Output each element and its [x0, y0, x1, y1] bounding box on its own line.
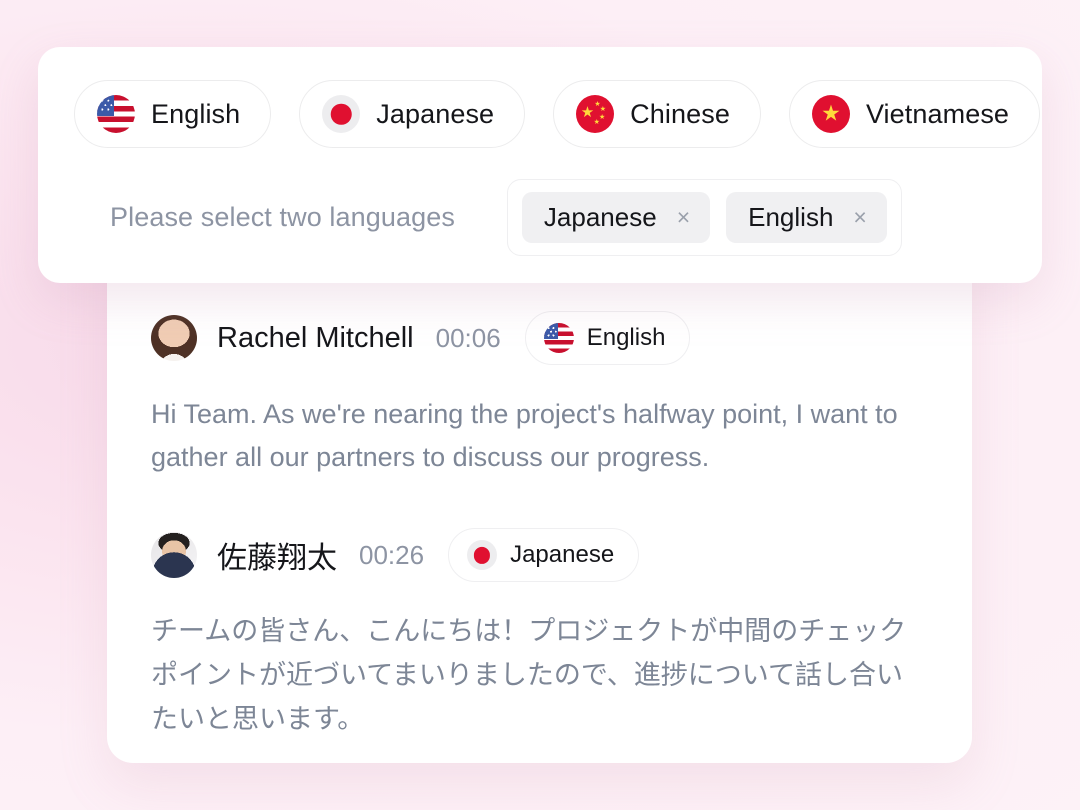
us-flag-icon	[97, 95, 135, 133]
message-timestamp: 00:06	[435, 322, 501, 353]
language-chip-row: English Japanese ★ ★ ★ ★ ★ Chinese Vietn…	[74, 80, 1041, 148]
message-language-badge-japanese[interactable]: Japanese	[448, 528, 640, 583]
language-chip-label: English	[151, 98, 241, 129]
close-icon[interactable]: ×	[677, 206, 690, 229]
language-chip-label: Japanese	[376, 98, 495, 129]
transcript-message: 佐藤翔太 00:26 Japanese チームの皆さん、こんにちは！プロジェクト…	[151, 478, 928, 741]
message-text: チームの皆さん、こんにちは！プロジェクトが中間のチェックポイントが近づいてまいり…	[151, 616, 907, 734]
close-icon[interactable]: ×	[853, 206, 866, 229]
tag-label: English	[748, 202, 834, 232]
badge-label: English	[586, 324, 666, 351]
tag-label: Japanese	[543, 202, 657, 232]
language-select-row: Please select two languages Japanese × E…	[74, 179, 1006, 256]
language-chip-chinese[interactable]: ★ ★ ★ ★ ★ Chinese	[553, 80, 761, 148]
badge-label: Japanese	[510, 541, 615, 569]
language-chip-english[interactable]: English	[74, 80, 272, 148]
japan-flag-icon	[322, 95, 361, 133]
select-languages-placeholder: Please select two languages	[110, 202, 455, 232]
avatar	[151, 532, 197, 579]
japan-flag-icon	[467, 540, 498, 571]
avatar	[151, 315, 197, 361]
speaker-name: 佐藤翔太	[217, 542, 337, 576]
message-language-badge-english[interactable]: English	[524, 311, 691, 365]
selected-language-tag-japanese[interactable]: Japanese ×	[521, 192, 711, 243]
language-chip-vietnamese[interactable]: Vietnamese	[788, 80, 1041, 148]
language-chip-label: Chinese	[630, 98, 730, 129]
china-flag-icon: ★ ★ ★ ★ ★	[576, 95, 615, 133]
message-timestamp: 00:26	[359, 539, 425, 570]
message-header: Rachel Mitchell 00:06 English	[151, 311, 928, 365]
selected-language-tag-english[interactable]: English ×	[726, 192, 887, 243]
language-chip-label: Vietnamese	[865, 98, 1010, 129]
vietnam-flag-icon	[811, 95, 850, 133]
message-header: 佐藤翔太 00:26 Japanese	[151, 528, 928, 583]
language-selector-panel: English Japanese ★ ★ ★ ★ ★ Chinese Vietn…	[38, 47, 1042, 283]
message-text: Hi Team. As we're nearing the project's …	[151, 399, 898, 472]
speaker-name: Rachel Mitchell	[217, 321, 414, 354]
language-chip-japanese[interactable]: Japanese	[299, 80, 526, 148]
us-flag-icon	[543, 323, 574, 353]
selected-languages-box[interactable]: Japanese × English ×	[506, 179, 902, 256]
